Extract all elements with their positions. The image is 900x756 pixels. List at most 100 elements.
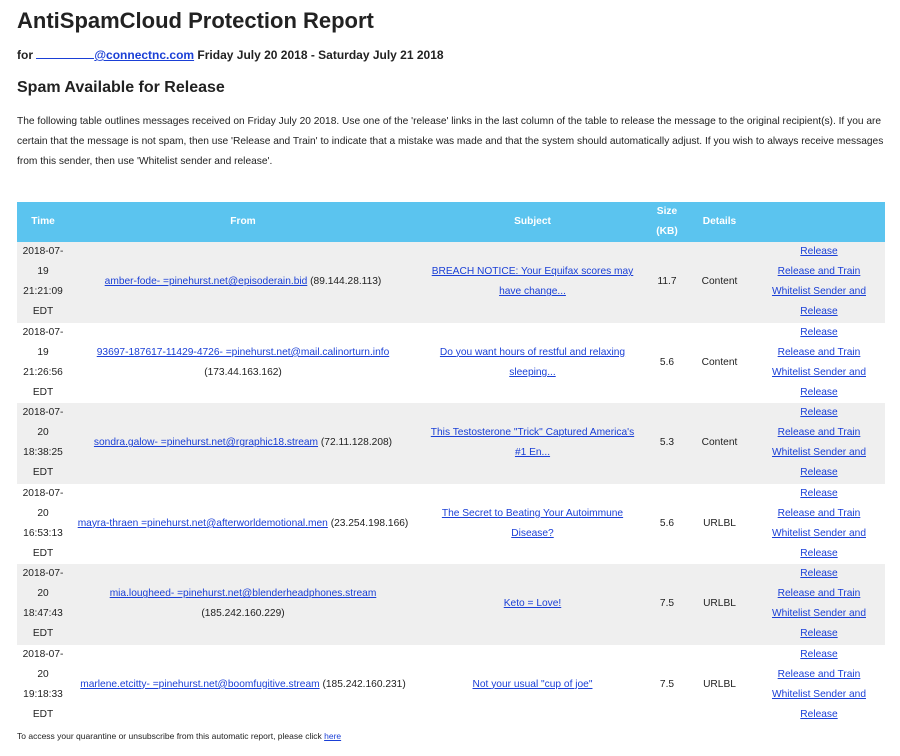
tz-text: EDT bbox=[32, 708, 54, 720]
sender-link[interactable]: 93697-187617-11429-4726- =pinehurst.net@… bbox=[97, 347, 389, 358]
redacted-username bbox=[36, 48, 95, 59]
cell-time: 2018-07-20 19:18:33 EDT bbox=[17, 644, 69, 725]
subject-link[interactable]: The Secret to Beating Your Autoimmune Di… bbox=[442, 508, 623, 539]
header-from: From bbox=[69, 202, 417, 242]
date-text: 2018-07-20 bbox=[22, 487, 64, 519]
whitelist-sender-and-release-link[interactable]: Whitelist Sender and Release bbox=[753, 604, 885, 644]
sender-link[interactable]: amber-fode- =pinehurst.net@episoderain.b… bbox=[105, 276, 308, 287]
table-row: 2018-07-20 19:18:33 EDT marlene.etcitty- =p… bbox=[17, 644, 885, 725]
recipient-line: for @connectnc.com Friday July 20 2018 -… bbox=[17, 48, 444, 62]
sender-ip: (185.242.160.229) bbox=[201, 608, 285, 620]
release-and-train-link[interactable]: Release and Train bbox=[753, 343, 885, 363]
recipient-email-link[interactable]: @connectnc.com bbox=[36, 48, 194, 62]
cell-size: 5.3 bbox=[648, 403, 686, 484]
sender-ip: (185.242.160.231) bbox=[322, 678, 406, 690]
release-and-train-link[interactable]: Release and Train bbox=[753, 504, 885, 524]
time-text: 18:47:43 bbox=[23, 608, 63, 620]
time-text: 21:21:09 bbox=[23, 286, 63, 298]
time-text: 19:18:33 bbox=[23, 688, 63, 700]
header-size: Size (KB) bbox=[648, 202, 686, 242]
sender-link[interactable]: marlene.etcitty- =pinehurst.net@boomfugi… bbox=[80, 679, 319, 690]
date-text: 2018-07-19 bbox=[22, 326, 64, 358]
release-link[interactable]: Release bbox=[753, 645, 885, 665]
intro-paragraph: The following table outlines messages re… bbox=[17, 116, 884, 167]
table-row: 2018-07-19 21:26:56 EDT 93697-187617-11429-… bbox=[17, 322, 885, 403]
cell-from: marlene.etcitty- =pinehurst.net@boomfugi… bbox=[69, 644, 417, 725]
release-link[interactable]: Release bbox=[753, 403, 885, 423]
date-text: 2018-07-20 bbox=[22, 648, 64, 680]
cell-size: 5.6 bbox=[648, 483, 686, 564]
subject-link[interactable]: BREACH NOTICE: Your Equifax scores may h… bbox=[432, 266, 634, 297]
date-text: 2018-07-20 bbox=[22, 568, 64, 600]
time-text: 18:38:25 bbox=[23, 447, 63, 459]
cell-details: URLBL bbox=[686, 483, 753, 564]
cell-details: Content bbox=[686, 403, 753, 484]
sender-ip: (72.11.128.208) bbox=[320, 437, 393, 449]
cell-subject: Keto = Love! bbox=[417, 564, 648, 645]
sender-ip: (89.144.28.113) bbox=[310, 276, 382, 288]
table-header-row: Time From Subject Size (KB) Details bbox=[17, 202, 885, 242]
whitelist-sender-and-release-link[interactable]: Whitelist Sender and Release bbox=[753, 685, 885, 725]
release-link[interactable]: Release bbox=[753, 242, 885, 262]
release-link[interactable]: Release bbox=[753, 484, 885, 504]
cell-from: mia.lougheed- =pinehurst.net@blenderhead… bbox=[69, 564, 417, 645]
cell-details: Content bbox=[686, 322, 753, 403]
cell-time: 2018-07-20 18:38:25 EDT bbox=[17, 403, 69, 484]
cell-actions: Release Release and Train Whitelist Sender… bbox=[753, 242, 885, 323]
subject-link[interactable]: Do you want hours of restful and relaxin… bbox=[440, 347, 625, 378]
tz-text: EDT bbox=[32, 306, 54, 318]
cell-time: 2018-07-19 21:21:09 EDT bbox=[17, 242, 69, 323]
sender-link[interactable]: sondra.galow- =pinehurst.net@rgraphic18.… bbox=[94, 437, 318, 448]
cell-from: amber-fode- =pinehurst.net@episoderain.b… bbox=[69, 242, 417, 323]
cell-subject: BREACH NOTICE: Your Equifax scores may h… bbox=[417, 242, 648, 323]
tz-text: EDT bbox=[32, 467, 54, 479]
whitelist-sender-and-release-link[interactable]: Whitelist Sender and Release bbox=[753, 524, 885, 564]
cell-subject: Do you want hours of restful and relaxin… bbox=[417, 322, 648, 403]
report-title: AntiSpamCloud Protection Report bbox=[17, 8, 374, 33]
release-and-train-link[interactable]: Release and Train bbox=[753, 423, 885, 443]
subject-link[interactable]: Keto = Love! bbox=[504, 598, 562, 609]
sender-ip: (173.44.163.162) bbox=[204, 366, 282, 378]
whitelist-sender-and-release-link[interactable]: Whitelist Sender and Release bbox=[753, 282, 885, 322]
time-text: 16:53:13 bbox=[23, 527, 63, 539]
whitelist-sender-and-release-link[interactable]: Whitelist Sender and Release bbox=[753, 363, 885, 403]
release-link[interactable]: Release bbox=[753, 323, 885, 343]
table-row: 2018-07-20 16:53:13 EDT mayra-thraen =pineh… bbox=[17, 483, 885, 564]
cell-time: 2018-07-20 18:47:43 EDT bbox=[17, 564, 69, 645]
release-link[interactable]: Release bbox=[753, 564, 885, 584]
section-title: Spam Available for Release bbox=[17, 79, 225, 96]
recipient-email-domain: @connectnc.com bbox=[94, 48, 195, 62]
cell-details: Content bbox=[686, 242, 753, 323]
table-row: 2018-07-20 18:38:25 EDT sondra.galow- =pine… bbox=[17, 403, 885, 484]
release-and-train-link[interactable]: Release and Train bbox=[753, 584, 885, 604]
footer-here-link[interactable]: here bbox=[324, 731, 341, 741]
cell-size: 7.5 bbox=[648, 644, 686, 725]
time-text: 21:26:56 bbox=[23, 366, 63, 378]
release-and-train-link[interactable]: Release and Train bbox=[753, 262, 885, 282]
cell-subject: The Secret to Beating Your Autoimmune Di… bbox=[417, 483, 648, 564]
footer-text: To access your quarantine or unsubscribe… bbox=[17, 731, 322, 741]
cell-from: mayra-thraen =pinehurst.net@afterworldem… bbox=[69, 483, 417, 564]
whitelist-sender-and-release-link[interactable]: Whitelist Sender and Release bbox=[753, 443, 885, 483]
date-text: 2018-07-19 bbox=[22, 246, 64, 278]
cell-subject: This Testosterone "Trick" Captured Ameri… bbox=[417, 403, 648, 484]
sender-link[interactable]: mia.lougheed- =pinehurst.net@blenderhead… bbox=[110, 588, 377, 599]
subject-link[interactable]: Not your usual "cup of joe" bbox=[473, 679, 593, 690]
cell-size: 5.6 bbox=[648, 322, 686, 403]
sender-link[interactable]: mayra-thraen =pinehurst.net@afterworldem… bbox=[78, 518, 328, 529]
for-label: for bbox=[17, 48, 33, 62]
tz-text: EDT bbox=[32, 386, 54, 398]
table-row: 2018-07-19 21:21:09 EDT amber-fode- =pinehu… bbox=[17, 242, 885, 323]
header-actions bbox=[753, 202, 885, 242]
subject-link[interactable]: This Testosterone "Trick" Captured Ameri… bbox=[431, 427, 634, 458]
table-row: 2018-07-20 18:47:43 EDT mia.lougheed- =pine… bbox=[17, 564, 885, 645]
cell-actions: Release Release and Train Whitelist Sender… bbox=[753, 644, 885, 725]
header-details: Details bbox=[686, 202, 753, 242]
header-subject: Subject bbox=[417, 202, 648, 242]
cell-from: 93697-187617-11429-4726- =pinehurst.net@… bbox=[69, 322, 417, 403]
cell-from: sondra.galow- =pinehurst.net@rgraphic18.… bbox=[69, 403, 417, 484]
cell-actions: Release Release and Train Whitelist Sender… bbox=[753, 483, 885, 564]
release-and-train-link[interactable]: Release and Train bbox=[753, 665, 885, 685]
cell-actions: Release Release and Train Whitelist Sender… bbox=[753, 322, 885, 403]
cell-time: 2018-07-20 16:53:13 EDT bbox=[17, 483, 69, 564]
